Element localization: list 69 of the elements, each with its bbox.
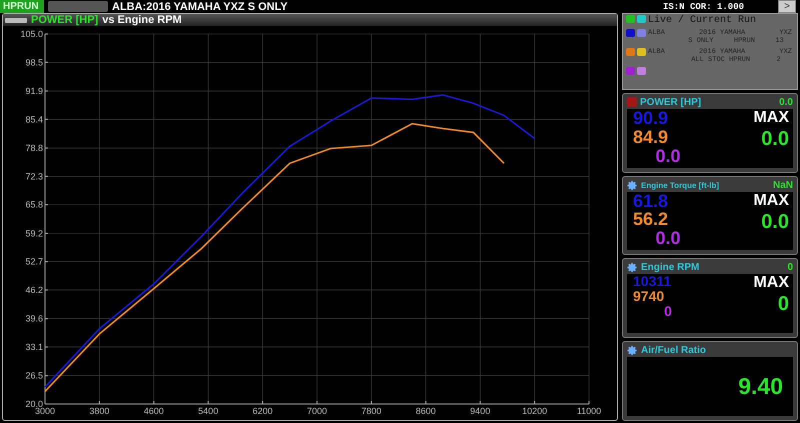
gear-icon <box>627 345 638 356</box>
x-tick-label: 3800 <box>89 406 110 416</box>
gauge-reading: NaN <box>772 180 793 191</box>
color-swatch[interactable] <box>637 15 646 23</box>
y-tick-label: 26.5 <box>25 370 43 381</box>
gauge-value: 0.0 <box>654 146 682 166</box>
gauge-value: 9740 <box>633 289 664 304</box>
color-swatch[interactable] <box>637 67 646 75</box>
legend-title: Live / Current Run <box>648 15 756 26</box>
next-button[interactable]: > <box>778 0 796 13</box>
x-tick-label: 10200 <box>522 406 548 416</box>
y-tick-label: 52.7 <box>25 256 43 267</box>
gear-icon <box>627 180 638 191</box>
gauge-reading: 0.0 <box>779 96 793 108</box>
color-swatch[interactable] <box>637 48 646 56</box>
y-tick-label: 33.1 <box>25 342 43 352</box>
color-swatch[interactable] <box>637 29 646 37</box>
y-tick-label: 105.0 <box>20 29 43 39</box>
color-swatch[interactable] <box>626 48 635 56</box>
gauge-value: 84.9 <box>633 128 670 147</box>
x-tick-label: 6200 <box>252 406 273 416</box>
x-tick-label: 11000 <box>576 406 602 416</box>
y-tick-label: 65.8 <box>25 200 43 210</box>
chart-title-metric: POWER [HP] <box>31 14 98 26</box>
gauge-title: Air/Fuel Ratio <box>641 345 708 356</box>
x-tick-label: 4600 <box>144 406 164 416</box>
run-title: ALBA:2016 YAMAHA YXZ S ONLY <box>112 0 289 12</box>
gauge-title: Engine Torque [ft-lb] <box>641 180 720 190</box>
y-tick-label: 85.4 <box>25 114 43 124</box>
y-tick-label: 46.2 <box>25 284 43 295</box>
x-tick-label: 9400 <box>470 406 490 416</box>
max-label: MAX <box>753 192 789 210</box>
gauge-reading: 0 <box>787 262 793 274</box>
chart-title: vs Engine RPM <box>102 14 182 26</box>
x-tick-label: 7000 <box>306 406 328 416</box>
x-tick-label: 3000 <box>34 406 56 416</box>
max-label: MAX <box>753 108 789 127</box>
stop-icon[interactable] <box>627 97 637 108</box>
y-tick-label: 59.2 <box>25 228 43 238</box>
color-swatch[interactable] <box>626 67 635 75</box>
x-tick-label: 7800 <box>361 406 382 416</box>
gauge-value: 0 <box>663 304 673 318</box>
y-tick-label: 78.8 <box>25 143 43 154</box>
gauge-title: POWER [HP] <box>640 96 702 108</box>
gear-icon <box>627 262 638 274</box>
gauge-value: 61.8 <box>633 192 670 210</box>
status-text: IS:N COR: 1.000 <box>662 2 744 12</box>
color-swatch[interactable] <box>626 15 635 23</box>
max-value: 0 <box>778 293 789 316</box>
y-tick-label: 98.5 <box>25 57 43 68</box>
max-value: 0.0 <box>761 128 789 151</box>
y-tick-label: 72.3 <box>25 171 43 182</box>
x-tick-label: 8600 <box>416 406 436 416</box>
gauge-value: 90.9 <box>633 108 670 128</box>
panel-grip[interactable] <box>5 18 27 22</box>
mode-label: HPRUN <box>0 0 44 13</box>
gauge-value: 9.40 <box>738 373 784 400</box>
gauge-title: Engine RPM <box>641 262 700 274</box>
mode-bar <box>48 1 108 12</box>
gauge-value: 56.2 <box>633 210 670 230</box>
gauge-value: 10311 <box>633 274 672 290</box>
y-tick-label: 39.6 <box>25 314 43 324</box>
color-swatch[interactable] <box>626 29 635 37</box>
max-value: 0.0 <box>761 210 789 234</box>
gauge-value: 0.0 <box>654 229 682 248</box>
y-tick-label: 20.0 <box>25 399 43 409</box>
y-tick-label: 91.9 <box>25 86 43 96</box>
max-label: MAX <box>753 274 789 292</box>
x-tick-label: 5400 <box>198 406 218 416</box>
